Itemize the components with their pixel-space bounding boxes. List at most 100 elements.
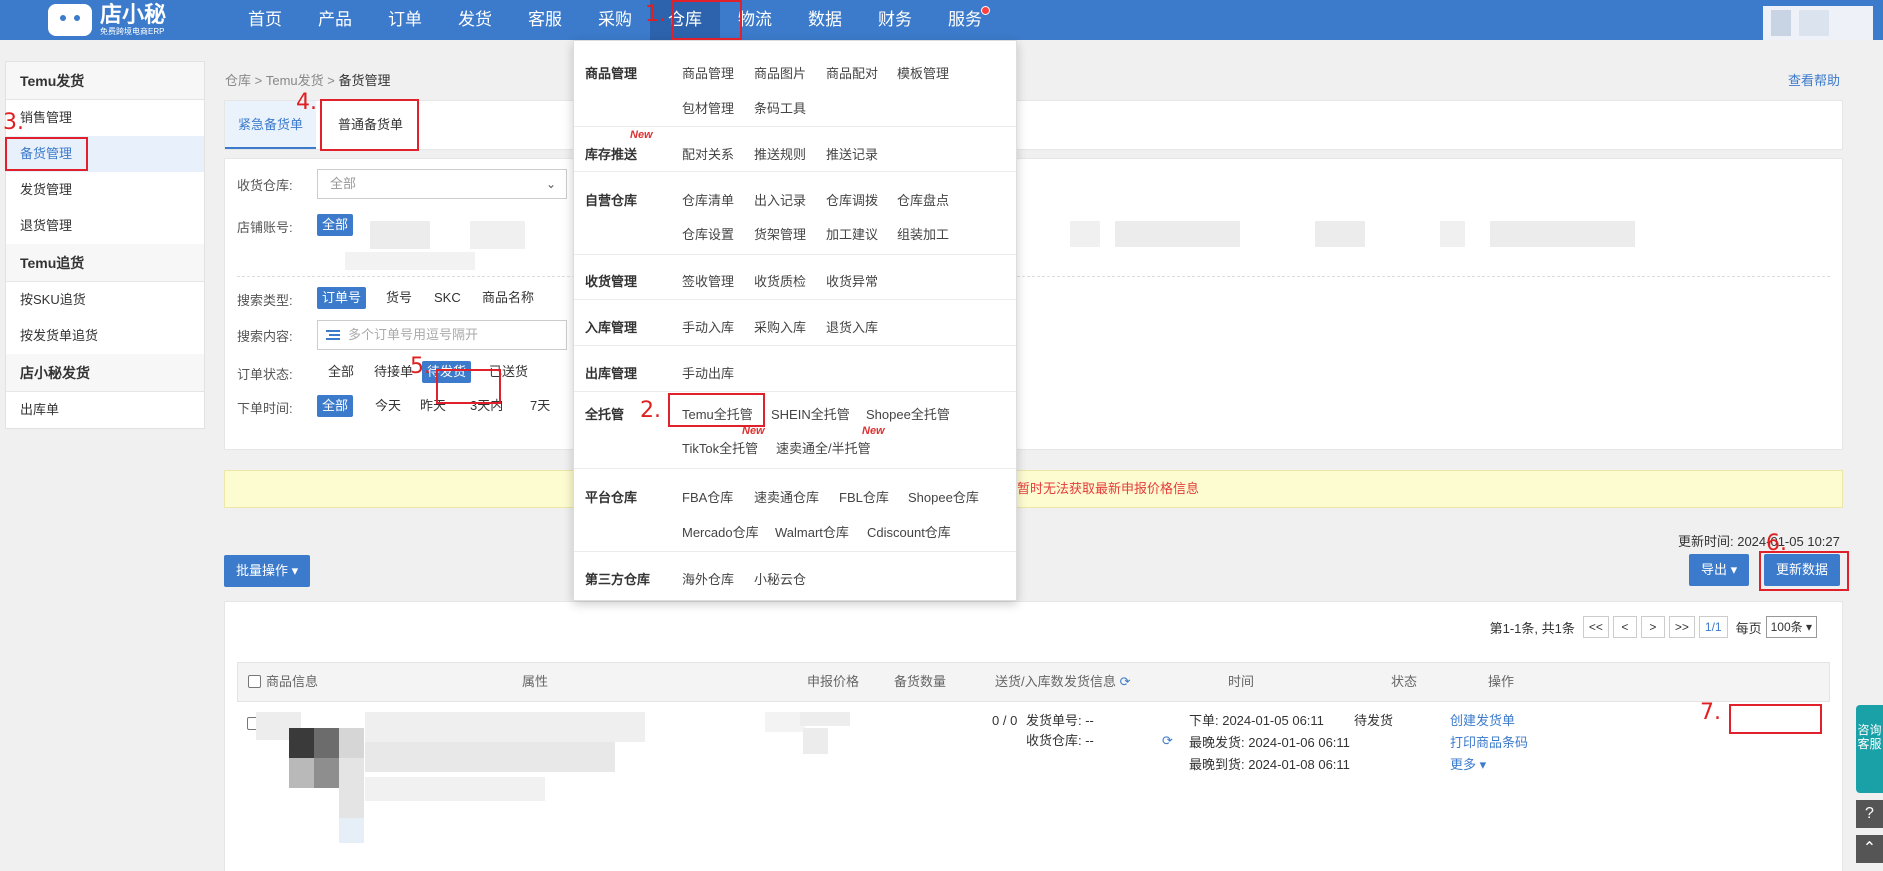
export-button[interactable]: 导出 ▾ bbox=[1689, 554, 1750, 586]
menu-item-aliexpress-warehouse[interactable]: 速卖通仓库 bbox=[754, 487, 819, 506]
menu-item-stocktake[interactable]: 仓库盘点 bbox=[897, 190, 949, 209]
menu-item-fba[interactable]: FBA仓库 bbox=[682, 487, 733, 506]
menu-item-shopee-managed[interactable]: Shopee全托管 bbox=[866, 404, 950, 423]
sidebar-item-outbound[interactable]: 出库单 bbox=[6, 392, 204, 428]
shop-account-blurred[interactable] bbox=[1490, 221, 1635, 247]
pager-last[interactable]: >> bbox=[1668, 616, 1695, 638]
batch-operation-button[interactable]: 批量操作 ▾ bbox=[224, 555, 311, 587]
shop-account-blurred[interactable] bbox=[1070, 221, 1100, 247]
menu-item-manual-outbound[interactable]: 手动出库 bbox=[682, 363, 734, 382]
sidebar-item-delivery[interactable]: 发货管理 bbox=[6, 172, 204, 208]
shop-account-blurred[interactable] bbox=[1115, 221, 1240, 247]
nav-service[interactable]: 服务 bbox=[930, 0, 1000, 40]
new-tag: New bbox=[630, 129, 653, 141]
breadcrumb-warehouse[interactable]: 仓库 bbox=[225, 73, 251, 88]
warehouse-select[interactable]: 全部 ⌄ bbox=[317, 169, 567, 199]
menu-item-fbl[interactable]: FBL仓库 bbox=[839, 487, 889, 506]
shop-account-blurred[interactable] bbox=[345, 252, 475, 270]
search-type-order-no[interactable]: 订单号 bbox=[317, 287, 367, 309]
menu-item-processing-advice[interactable]: 加工建议 bbox=[826, 224, 878, 243]
time-today[interactable]: 今天 bbox=[370, 395, 406, 417]
menu-item-push-records[interactable]: 推送记录 bbox=[826, 144, 878, 163]
menu-item-product-images[interactable]: 商品图片 bbox=[754, 63, 806, 82]
pager-next[interactable]: > bbox=[1640, 616, 1665, 638]
menu-item-warehouse-list[interactable]: 仓库清单 bbox=[682, 190, 734, 209]
shop-account-blurred[interactable] bbox=[1315, 221, 1365, 247]
menu-item-shopee-warehouse[interactable]: Shopee仓库 bbox=[908, 487, 979, 506]
menu-item-cloud-warehouse[interactable]: 小秘云仓 bbox=[754, 569, 806, 588]
back-to-top-icon[interactable]: ⌃ bbox=[1856, 835, 1883, 863]
help-icon[interactable]: ? bbox=[1856, 800, 1883, 828]
consult-service-button[interactable]: 咨询客服 bbox=[1856, 705, 1883, 793]
nav-shipping[interactable]: 发货 bbox=[440, 0, 510, 40]
sidebar-item-track-sku[interactable]: 按SKU追货 bbox=[6, 282, 204, 318]
menu-item-overseas-warehouse[interactable]: 海外仓库 bbox=[682, 569, 734, 588]
menu-item-packaging[interactable]: 包材管理 bbox=[682, 98, 734, 117]
th-shipping-info: 发货信息 ⟳ bbox=[1064, 663, 1131, 701]
menu-item-cdiscount[interactable]: Cdiscount仓库 bbox=[867, 522, 951, 541]
refresh-icon[interactable]: ⟳ bbox=[1120, 674, 1131, 689]
search-type-product-name[interactable]: 商品名称 bbox=[477, 287, 539, 309]
nav-products[interactable]: 产品 bbox=[300, 0, 370, 40]
menu-item-sign-mgmt[interactable]: 签收管理 bbox=[682, 271, 734, 290]
breadcrumb-temu[interactable]: Temu发货 bbox=[266, 73, 324, 88]
shop-account-blurred[interactable] bbox=[370, 221, 430, 249]
user-account-area[interactable] bbox=[1763, 6, 1873, 40]
notification-dot bbox=[981, 6, 990, 15]
menu-item-pair-relation[interactable]: 配对关系 bbox=[682, 144, 734, 163]
menu-item-template-mgmt[interactable]: 模板管理 bbox=[897, 63, 949, 82]
print-barcode-link[interactable]: 打印商品条码 bbox=[1450, 732, 1528, 754]
shop-account-blurred[interactable] bbox=[470, 221, 525, 249]
create-shipment-link[interactable]: 创建发货单 bbox=[1450, 710, 1515, 732]
per-page-select[interactable]: 100条 ▾ bbox=[1765, 616, 1817, 638]
nav-purchase[interactable]: 采购 bbox=[580, 0, 650, 40]
time-all[interactable]: 全部 bbox=[317, 395, 354, 417]
menu-item-return-inbound[interactable]: 退货入库 bbox=[826, 317, 878, 336]
menu-item-assembly[interactable]: 组装加工 bbox=[897, 224, 949, 243]
nav-home[interactable]: 首页 bbox=[230, 0, 300, 40]
select-all-checkbox[interactable] bbox=[248, 675, 261, 688]
sidebar-item-returns[interactable]: 退货管理 bbox=[6, 208, 204, 244]
menu-item-shelf-mgmt[interactable]: 货架管理 bbox=[754, 224, 806, 243]
menu-item-receiving-exception[interactable]: 收货异常 bbox=[826, 271, 878, 290]
menu-item-product-mgmt[interactable]: 商品管理 bbox=[682, 63, 734, 82]
menu-item-transfer[interactable]: 仓库调拨 bbox=[826, 190, 878, 209]
search-type-skc[interactable]: SKC bbox=[429, 287, 466, 309]
menu-item-warehouse-settings[interactable]: 仓库设置 bbox=[682, 224, 734, 243]
pager-prev[interactable]: < bbox=[1612, 616, 1637, 638]
menu-item-io-records[interactable]: 出入记录 bbox=[754, 190, 806, 209]
sidebar-item-sales[interactable]: 销售管理 bbox=[6, 100, 204, 136]
menu-item-product-pairing[interactable]: 商品配对 bbox=[826, 63, 878, 82]
pager-first[interactable]: << bbox=[1582, 616, 1609, 638]
shop-filter-all[interactable]: 全部 bbox=[317, 214, 354, 236]
sidebar-item-track-shipment[interactable]: 按发货单追货 bbox=[6, 318, 204, 354]
shop-account-blurred[interactable] bbox=[1440, 221, 1465, 247]
nav-data[interactable]: 数据 bbox=[790, 0, 860, 40]
annotation-3: 3. bbox=[3, 110, 24, 135]
product-image-blurred bbox=[314, 758, 339, 788]
time-7days[interactable]: 7天 bbox=[525, 395, 555, 417]
menu-item-barcode-tools[interactable]: 条码工具 bbox=[754, 98, 806, 117]
nav-finance[interactable]: 财务 bbox=[860, 0, 930, 40]
nav-orders[interactable]: 订单 bbox=[370, 0, 440, 40]
menu-item-qc[interactable]: 收货质检 bbox=[754, 271, 806, 290]
search-input[interactable]: 多个订单号用逗号隔开 bbox=[317, 320, 567, 350]
menu-item-purchase-inbound[interactable]: 采购入库 bbox=[754, 317, 806, 336]
nav-customer-service[interactable]: 客服 bbox=[510, 0, 580, 40]
menu-item-walmart[interactable]: Walmart仓库 bbox=[775, 522, 849, 541]
status-all[interactable]: 全部 bbox=[323, 361, 359, 383]
help-link[interactable]: 查看帮助 bbox=[1788, 70, 1840, 89]
menu-item-tiktok-managed[interactable]: TikTok全托管 bbox=[682, 438, 758, 457]
annotation-box-pending-ship bbox=[436, 369, 501, 404]
more-link[interactable]: 更多 ▾ bbox=[1450, 754, 1486, 776]
menu-item-mercado[interactable]: Mercado仓库 bbox=[682, 522, 759, 541]
menu-item-aliexpress-managed[interactable]: 速卖通全/半托管 bbox=[776, 438, 871, 457]
product-image-blurred bbox=[289, 758, 314, 788]
menu-item-manual-inbound[interactable]: 手动入库 bbox=[682, 317, 734, 336]
logo[interactable]: 店小秘 免费跨境电商ERP bbox=[48, 0, 166, 40]
search-type-item-no[interactable]: 货号 bbox=[381, 287, 417, 309]
filter-panel: 收货仓库: 全部 ⌄ 店铺账号: 全部 搜索类型: 订单号 货号 SKC 商品名… bbox=[224, 158, 1843, 450]
menu-item-shein-managed[interactable]: SHEIN全托管 bbox=[771, 404, 850, 423]
refresh-icon[interactable]: ⟳ bbox=[1162, 730, 1173, 752]
menu-item-push-rules[interactable]: 推送规则 bbox=[754, 144, 806, 163]
